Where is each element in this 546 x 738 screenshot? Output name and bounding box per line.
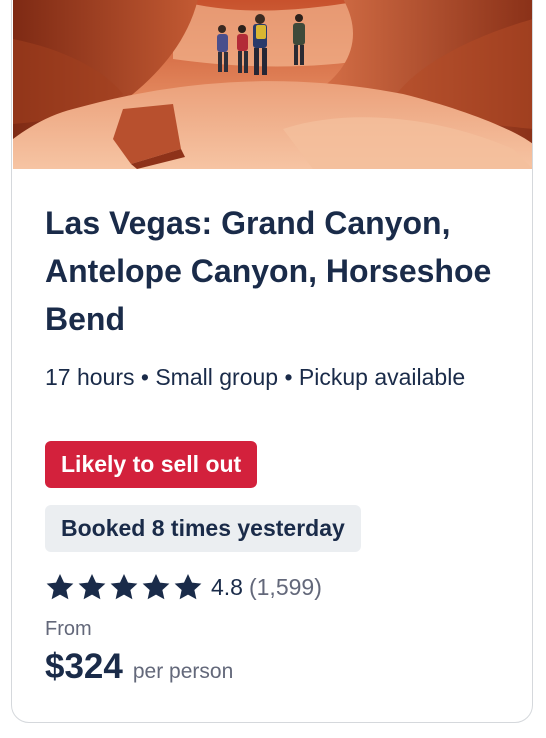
tour-image[interactable] [13,0,532,169]
price-amount: $324 [45,647,123,686]
star-icon [78,574,106,600]
likely-to-sell-out-badge: Likely to sell out [45,441,258,488]
rating-stars [45,572,203,602]
price-from-label: From [45,618,92,640]
star-icon [46,574,74,600]
star-icon [174,574,202,600]
rating-row: 4.8 (1,599) [45,570,322,604]
star-icon [142,574,170,600]
review-count[interactable]: (1,599) [249,574,322,601]
tour-title[interactable]: Las Vegas: Grand Canyon, Antelope Canyon… [45,199,515,343]
rating-value: 4.8 [211,573,243,600]
price-unit: per person [132,660,234,683]
star-icon [110,574,138,600]
booked-yesterday-badge: Booked 8 times yesterday [45,505,361,552]
tour-card[interactable]: Las Vegas: Grand Canyon, Antelope Canyon… [11,0,533,723]
price-row: $324 per person [45,647,233,687]
tour-meta: 17 hours • Small group • Pickup availabl… [45,364,466,390]
